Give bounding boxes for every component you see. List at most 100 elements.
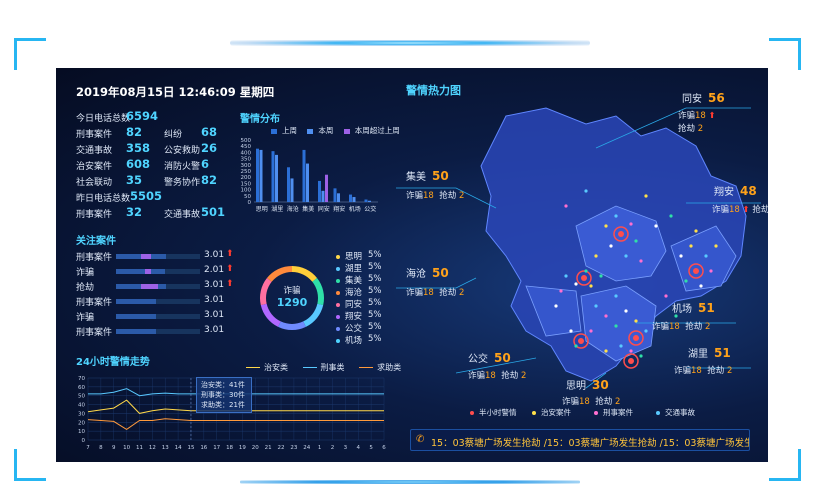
stat-value: 35 bbox=[126, 173, 143, 187]
legend-dot-icon bbox=[336, 266, 340, 271]
map-legend-item: 治安案件 bbox=[532, 407, 571, 418]
focus-case-name: 刑事案件 bbox=[76, 298, 113, 308]
up-arrow-icon: ⬆ bbox=[226, 264, 234, 274]
donut-legend-item: 公交 5% bbox=[336, 322, 382, 334]
focus-case-bar bbox=[116, 269, 200, 274]
city-subline-gongjiao: 诈骗18 抢劫 2 bbox=[468, 369, 526, 381]
focus-case-bar bbox=[116, 329, 200, 334]
trend-series-line bbox=[87, 418, 384, 430]
city-name: 机场 bbox=[672, 304, 692, 315]
focus-case-row[interactable]: 诈骗 2.01 ⬆ bbox=[76, 264, 236, 278]
robbery-label: 抢劫 bbox=[707, 366, 725, 376]
trend-y-tick: 60 bbox=[78, 385, 85, 391]
stat-label: 刑事案件 bbox=[76, 130, 113, 140]
fraud-label: 诈骗 bbox=[678, 111, 696, 121]
bar-mark bbox=[287, 167, 290, 202]
alert-ticker[interactable]: ✆ 15：03蔡塘广场发生抢劫 /15：03蔡塘广场发生抢劫 /15：03蔡塘广… bbox=[410, 429, 750, 451]
donut-legend-pct: 5% bbox=[368, 274, 382, 284]
city-count: 48 bbox=[740, 184, 757, 198]
city-label-huli[interactable]: 湖里 51 bbox=[688, 345, 731, 360]
focus-case-row[interactable]: 刑事案件 3.01 bbox=[76, 295, 236, 308]
stat-label: 交通事故 bbox=[76, 146, 113, 156]
map-legend-label: 交通事故 bbox=[665, 408, 695, 417]
legend-dot-icon bbox=[336, 314, 340, 319]
focus-case-value: 3.01 bbox=[204, 250, 225, 260]
trend-x-tick: 19 bbox=[239, 445, 246, 451]
bar-y-tick: 200 bbox=[241, 175, 252, 181]
city-name: 公交 bbox=[468, 354, 488, 365]
donut-legend-name: 集美 bbox=[345, 276, 363, 286]
trend-legend: 治安类 刑事类 求助类 bbox=[246, 362, 401, 373]
trend-x-tick: 6 bbox=[382, 445, 386, 451]
bar-legend-swatch bbox=[271, 128, 277, 134]
bar-y-tick: 0 bbox=[248, 200, 252, 206]
legend-dot-icon bbox=[470, 411, 474, 415]
dashboard-screen: 2019年08月15日 12:46:09 星期四 今日电话总数 6594 刑事案… bbox=[56, 68, 768, 462]
focus-case-bar bbox=[116, 314, 200, 319]
fraud-label: 诈骗 bbox=[562, 397, 580, 407]
trend-x-tick: 10 bbox=[123, 445, 130, 451]
trend-x-tick: 7 bbox=[86, 445, 90, 451]
up-arrow-icon: ⬆ bbox=[226, 249, 234, 259]
focus-case-bar bbox=[116, 284, 200, 289]
focus-case-row[interactable]: 抢劫 3.01 ⬆ bbox=[76, 279, 236, 293]
stat-value: 5505 bbox=[130, 189, 163, 203]
stat-label: 公安救助 bbox=[164, 146, 201, 156]
robbery-label: 抢劫 bbox=[595, 397, 613, 407]
legend-dot-icon bbox=[594, 411, 598, 415]
connector-line bbox=[595, 107, 687, 149]
trend-legend-line bbox=[246, 367, 260, 368]
robbery-label: 抢劫 bbox=[752, 205, 768, 215]
trend-x-tick: 22 bbox=[278, 445, 285, 451]
city-label-jichang[interactable]: 机场 51 bbox=[672, 300, 715, 315]
bar-mark bbox=[290, 178, 294, 202]
trend-x-tick: 14 bbox=[175, 445, 182, 451]
city-label-haicang[interactable]: 海沧 50 bbox=[406, 265, 449, 280]
focus-case-name: 刑事案件 bbox=[76, 328, 113, 338]
focus-case-row[interactable]: 诈骗 3.01 bbox=[76, 310, 236, 323]
donut-legend-item: 海沧 5% bbox=[336, 286, 382, 298]
trend-y-tick: 0 bbox=[82, 438, 86, 444]
stat-value: 358 bbox=[126, 141, 151, 155]
city-label-gongjiao[interactable]: 公交 50 bbox=[468, 350, 511, 365]
bar-y-tick: 300 bbox=[241, 163, 252, 169]
city-subline-huli: 诈骗18 抢劫 2 bbox=[674, 364, 732, 376]
bar-mark bbox=[256, 148, 259, 202]
city-label-xiangan[interactable]: 翔安 48 bbox=[714, 183, 757, 198]
stat-value: 501 bbox=[201, 205, 226, 219]
focus-case-name: 刑事案件 bbox=[76, 253, 113, 263]
trend-y-tick: 30 bbox=[78, 411, 85, 417]
bar-mark bbox=[321, 190, 325, 202]
robbery-count: 2 bbox=[458, 191, 465, 201]
bar-mark bbox=[337, 193, 340, 202]
city-label-tongan[interactable]: 同安 56 bbox=[682, 90, 725, 105]
city-subline-jimei: 诈骗18 抢劫 2 bbox=[406, 189, 464, 201]
city-label-siming[interactable]: 思明 30 bbox=[566, 377, 609, 392]
fraud-count: 18 bbox=[669, 322, 680, 332]
focus-case-row[interactable]: 刑事案件 3.01 bbox=[76, 325, 236, 338]
city-name: 同安 bbox=[682, 94, 702, 105]
bar-mark bbox=[368, 200, 371, 202]
donut-legend-name: 同安 bbox=[345, 300, 363, 310]
trend-x-tick: 9 bbox=[112, 445, 116, 451]
phone-icon: ✆ bbox=[416, 434, 425, 445]
focus-case-value: 3.01 bbox=[204, 310, 225, 320]
focus-case-value: 3.01 bbox=[204, 295, 225, 305]
focus-case-value: 2.01 bbox=[204, 265, 225, 275]
up-arrow-icon: ⬆ bbox=[742, 205, 750, 215]
city-label-jimei[interactable]: 集美 50 bbox=[406, 168, 449, 183]
donut-center-label: 诈骗 bbox=[283, 286, 301, 296]
bottom-glow-decoration bbox=[240, 480, 580, 484]
fraud-label: 诈骗 bbox=[468, 371, 486, 381]
bar-x-tick: 同安 bbox=[318, 205, 330, 213]
focus-case-value: 3.01 bbox=[204, 325, 225, 335]
legend-dot-icon bbox=[336, 338, 340, 343]
map-legend-label: 半小时警情 bbox=[479, 408, 517, 417]
fraud-label: 诈骗 bbox=[712, 205, 730, 215]
focus-case-row[interactable]: 刑事案件 3.01 ⬆ bbox=[76, 249, 236, 263]
bar-mark bbox=[259, 149, 263, 202]
robbery-count: 2 bbox=[726, 366, 733, 376]
donut-legend-item: 同安 5% bbox=[336, 298, 382, 310]
focus-case-fill bbox=[116, 299, 157, 304]
city-subline-xiangan: 诈骗18 ⬆ 抢劫 2 bbox=[712, 203, 768, 215]
